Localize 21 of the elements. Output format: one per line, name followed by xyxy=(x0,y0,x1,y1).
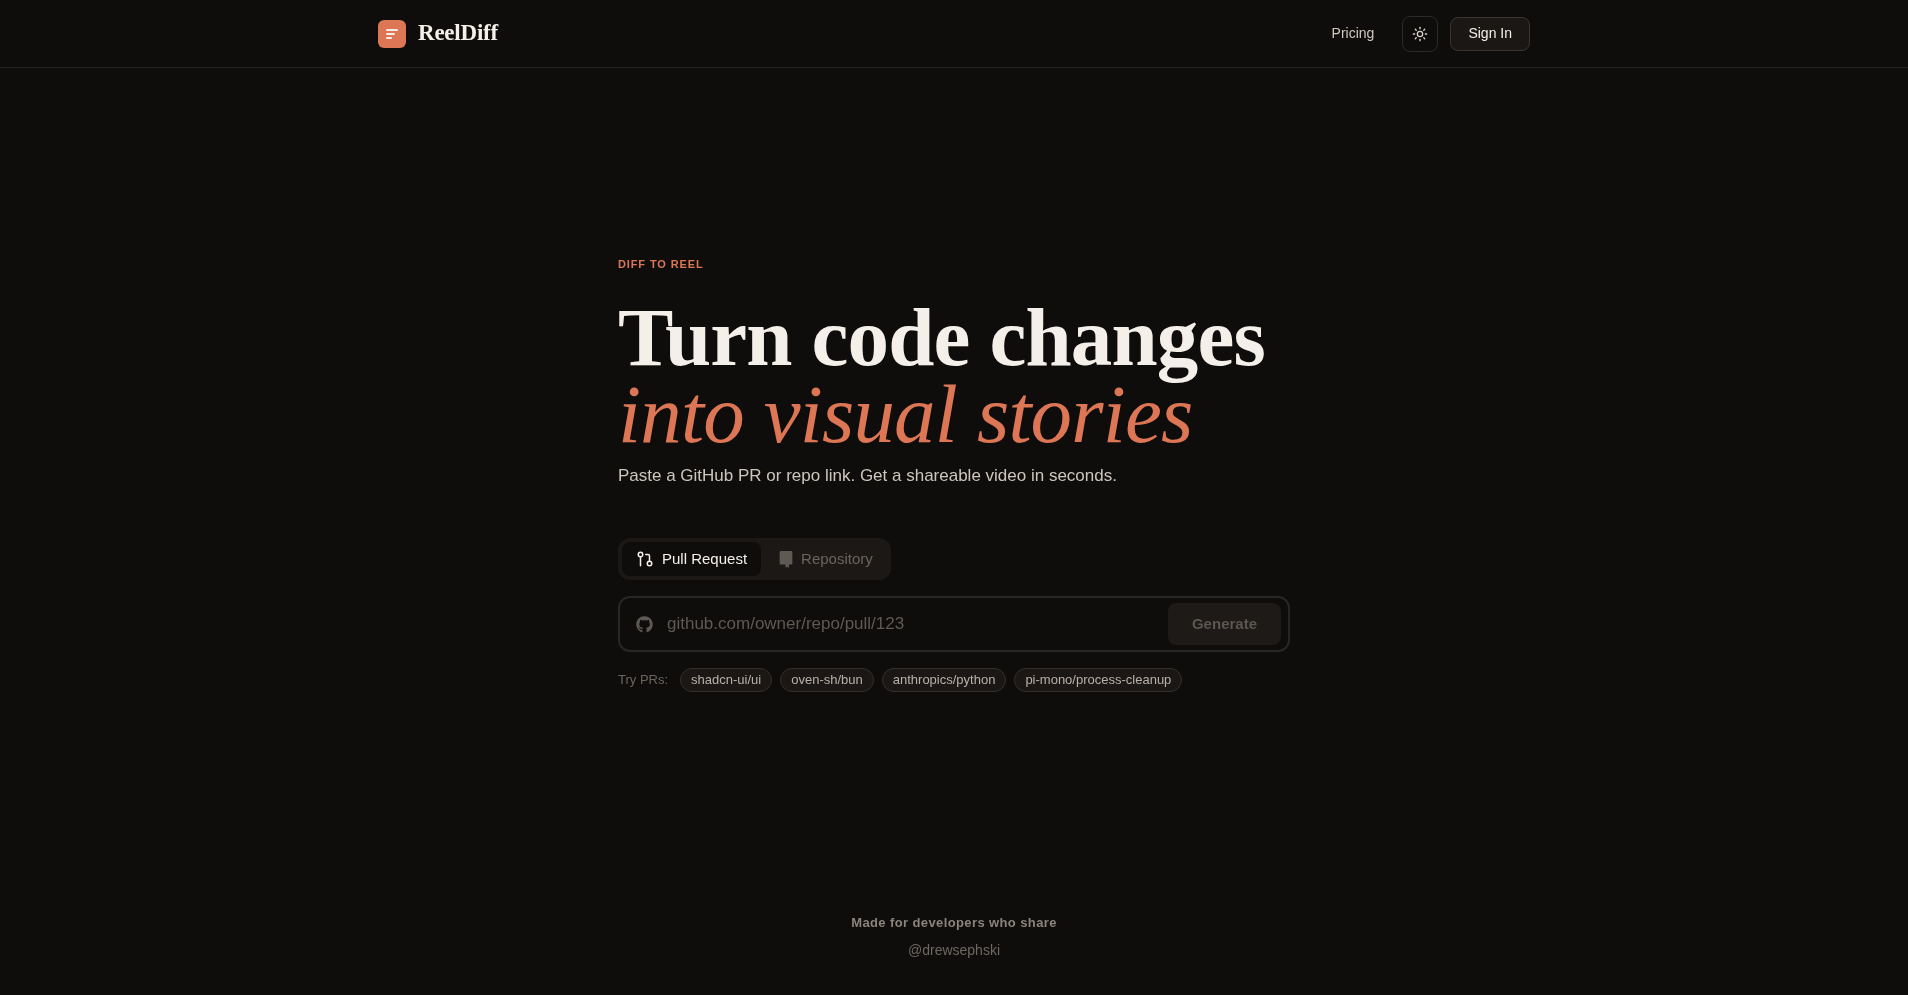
eyebrow-label: DIFF TO REEL xyxy=(618,257,704,272)
example-chip[interactable]: pi-mono/process-cleanup xyxy=(1014,668,1183,692)
brand-name: ReelDiff xyxy=(418,19,498,48)
github-icon xyxy=(636,615,653,633)
headline-text: Turn code changes xyxy=(618,291,1265,383)
example-chip[interactable]: oven-sh/bun xyxy=(780,668,874,692)
sign-in-button[interactable]: Sign In xyxy=(1450,16,1530,51)
example-chip[interactable]: shadcn-ui/ui xyxy=(680,668,773,692)
theme-toggle-button[interactable] xyxy=(1402,15,1439,52)
author-link[interactable]: @drewsephski xyxy=(908,940,1000,961)
book-icon xyxy=(779,550,794,568)
git-pull-request-icon xyxy=(636,550,654,568)
footer-tagline: Made for developers who share xyxy=(851,913,1057,932)
nav-link[interactable]: Pricing xyxy=(1315,15,1391,52)
examples-label: Try PRs: xyxy=(618,671,669,690)
headline-accent-text: into visual stories xyxy=(618,383,1193,445)
subtitle-text: Paste a GitHub PR or repo link. Get a shareable video in seconds. xyxy=(618,465,1117,487)
mode-tab[interactable]: Pull Request xyxy=(622,542,762,576)
sun-icon xyxy=(1412,25,1429,42)
example-chip[interactable]: anthropics/python xyxy=(881,668,1007,692)
logo-icon xyxy=(378,19,406,48)
